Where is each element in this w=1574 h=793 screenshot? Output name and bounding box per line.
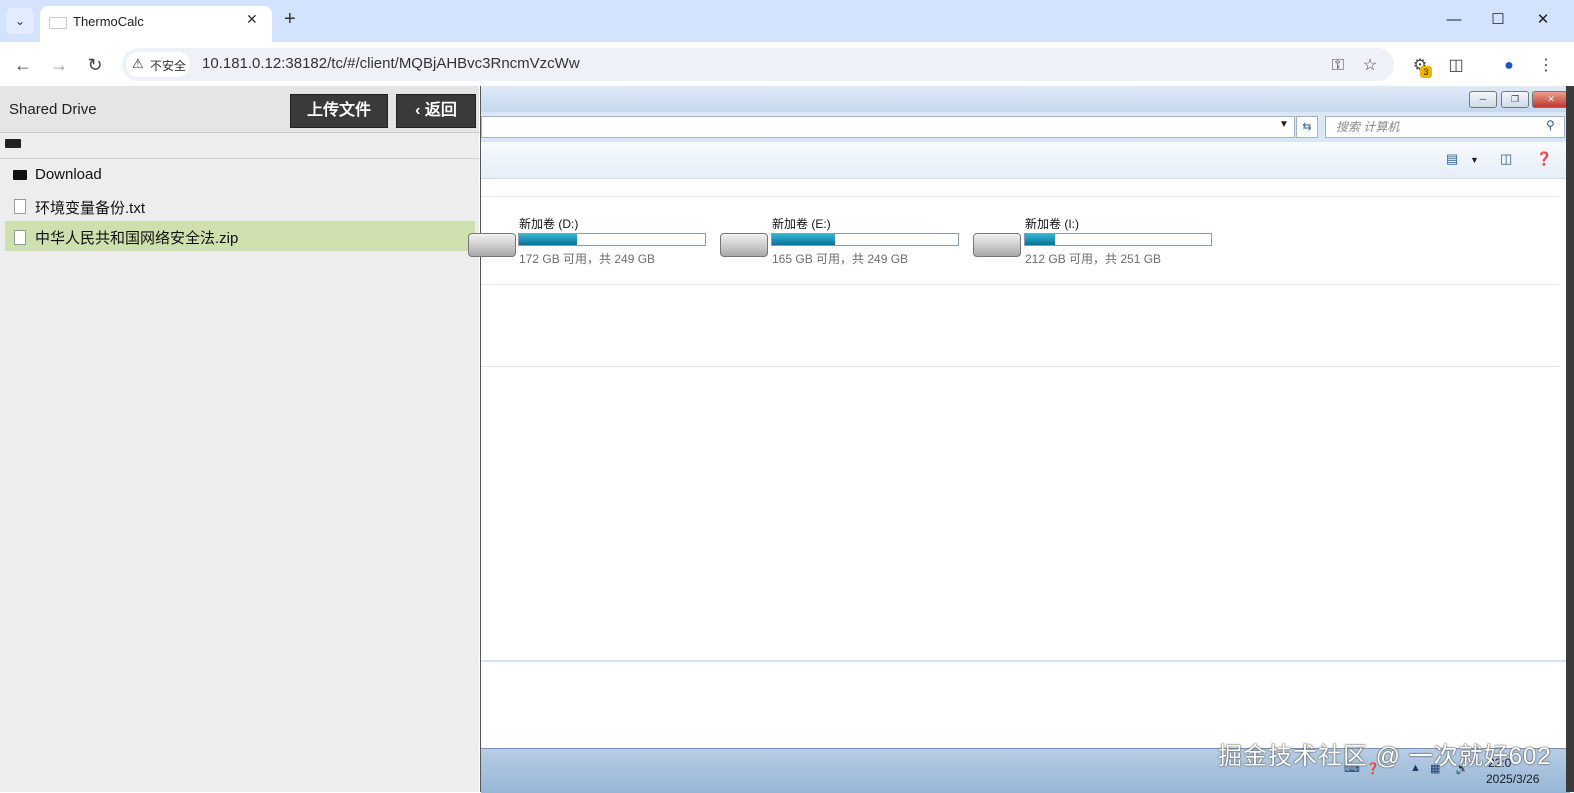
drive-usage-fill <box>772 234 836 245</box>
back-button-label: 返回 <box>424 102 457 119</box>
explorer-address-field[interactable] <box>481 116 1295 138</box>
extension-badge: 3 <box>1420 66 1432 78</box>
right-edge-bar <box>1566 86 1574 792</box>
hard-drive-icon <box>973 233 1021 257</box>
drive-icon <box>5 139 21 148</box>
view-options-icon[interactable]: ▤ <box>1446 151 1458 167</box>
watermark: 掘金技术社区 @ 一次就好602 <box>1218 743 1552 770</box>
url-text[interactable]: 10.181.0.12:38182/tc/#/client/MQBjAHBvc3… <box>202 55 580 72</box>
tab-close-icon[interactable]: ✕ <box>246 11 258 28</box>
file-icon <box>14 199 26 214</box>
menu-kebab-icon[interactable]: ⋮ <box>1535 55 1557 77</box>
tab-title: ThermoCalc <box>73 14 144 29</box>
extensions-puzzle-icon[interactable]: ◫ <box>1445 55 1467 77</box>
explorer-command-bar <box>481 142 1570 179</box>
view-dropdown-icon[interactable]: ▼ <box>1470 155 1479 165</box>
chevron-left-icon: ‹ <box>415 102 421 119</box>
explorer-titlebar <box>481 86 1570 112</box>
divider <box>481 284 1560 285</box>
remote-desktop-view[interactable] <box>480 86 1574 792</box>
search-placeholder: 搜索 计算机 <box>1336 120 1400 134</box>
tab-list-chevron-icon[interactable]: ⌄ <box>6 8 34 34</box>
address-dropdown-icon[interactable]: ▼ <box>1279 119 1289 130</box>
window-close-icon[interactable]: ✕ <box>1532 9 1554 31</box>
preview-pane-icon[interactable]: ◫ <box>1500 151 1512 167</box>
explorer-minimize-icon[interactable]: ─ <box>1469 91 1497 108</box>
warning-triangle-icon: ⚠ <box>132 56 144 71</box>
divider <box>481 196 1560 197</box>
drive-usage-fill <box>519 234 577 245</box>
clock-date[interactable]: 2025/3/26 <box>1486 772 1539 786</box>
profile-avatar-icon[interactable]: ● <box>1498 55 1520 77</box>
panel-title: Shared Drive <box>9 101 97 118</box>
drive-name[interactable]: 新加卷 (I:) <box>1025 215 1079 232</box>
hard-drive-icon <box>468 233 516 257</box>
drive-size: 165 GB 可用，共 249 GB <box>772 252 909 266</box>
drive-usage-bar <box>771 233 959 246</box>
explorer-refresh-icon[interactable]: ⇆ <box>1296 116 1318 138</box>
upload-file-button[interactable]: 上传文件 <box>290 94 388 128</box>
list-item-label: Download <box>35 166 102 183</box>
divider <box>481 660 1570 662</box>
drive-size: 212 GB 可用，共 251 GB <box>1025 252 1162 266</box>
drive-name[interactable]: 新加卷 (E:) <box>772 215 831 232</box>
forward-arrow-icon[interactable]: → <box>47 53 71 77</box>
explorer-restore-icon[interactable]: ❐ <box>1501 91 1529 108</box>
divider <box>481 366 1560 367</box>
new-tab-plus-icon[interactable]: + <box>284 8 296 31</box>
drive-size: 172 GB 可用，共 249 GB <box>519 252 656 266</box>
drive-root-row[interactable] <box>0 133 479 159</box>
password-key-icon[interactable]: ⚿ <box>1327 55 1349 77</box>
help-icon[interactable]: ❓ <box>1536 151 1552 167</box>
window-minimize-icon[interactable]: — <box>1443 9 1465 31</box>
list-item-label: 环境变量备份.txt <box>35 200 146 217</box>
back-arrow-icon[interactable]: ← <box>11 53 35 77</box>
drive-usage-bar <box>1024 233 1212 246</box>
window-maximize-icon[interactable]: ☐ <box>1487 9 1509 31</box>
file-icon <box>14 230 26 245</box>
reload-icon[interactable]: ↻ <box>83 53 107 77</box>
drive-usage-bar <box>518 233 706 246</box>
list-item-label: 中华人民共和国网络安全法.zip <box>35 230 239 247</box>
explorer-close-icon[interactable]: ✕ <box>1532 91 1570 108</box>
drive-name[interactable]: 新加卷 (D:) <box>519 215 578 232</box>
security-label: 不安全 <box>150 59 187 73</box>
search-icon[interactable]: ⚲ <box>1546 118 1555 132</box>
back-button[interactable]: ‹ 返回 <box>396 94 476 128</box>
drive-usage-fill <box>1025 234 1055 245</box>
hard-drive-icon <box>720 233 768 257</box>
tab-favicon-icon <box>49 17 67 29</box>
folder-icon <box>13 170 27 180</box>
bookmark-star-icon[interactable]: ☆ <box>1359 55 1381 77</box>
